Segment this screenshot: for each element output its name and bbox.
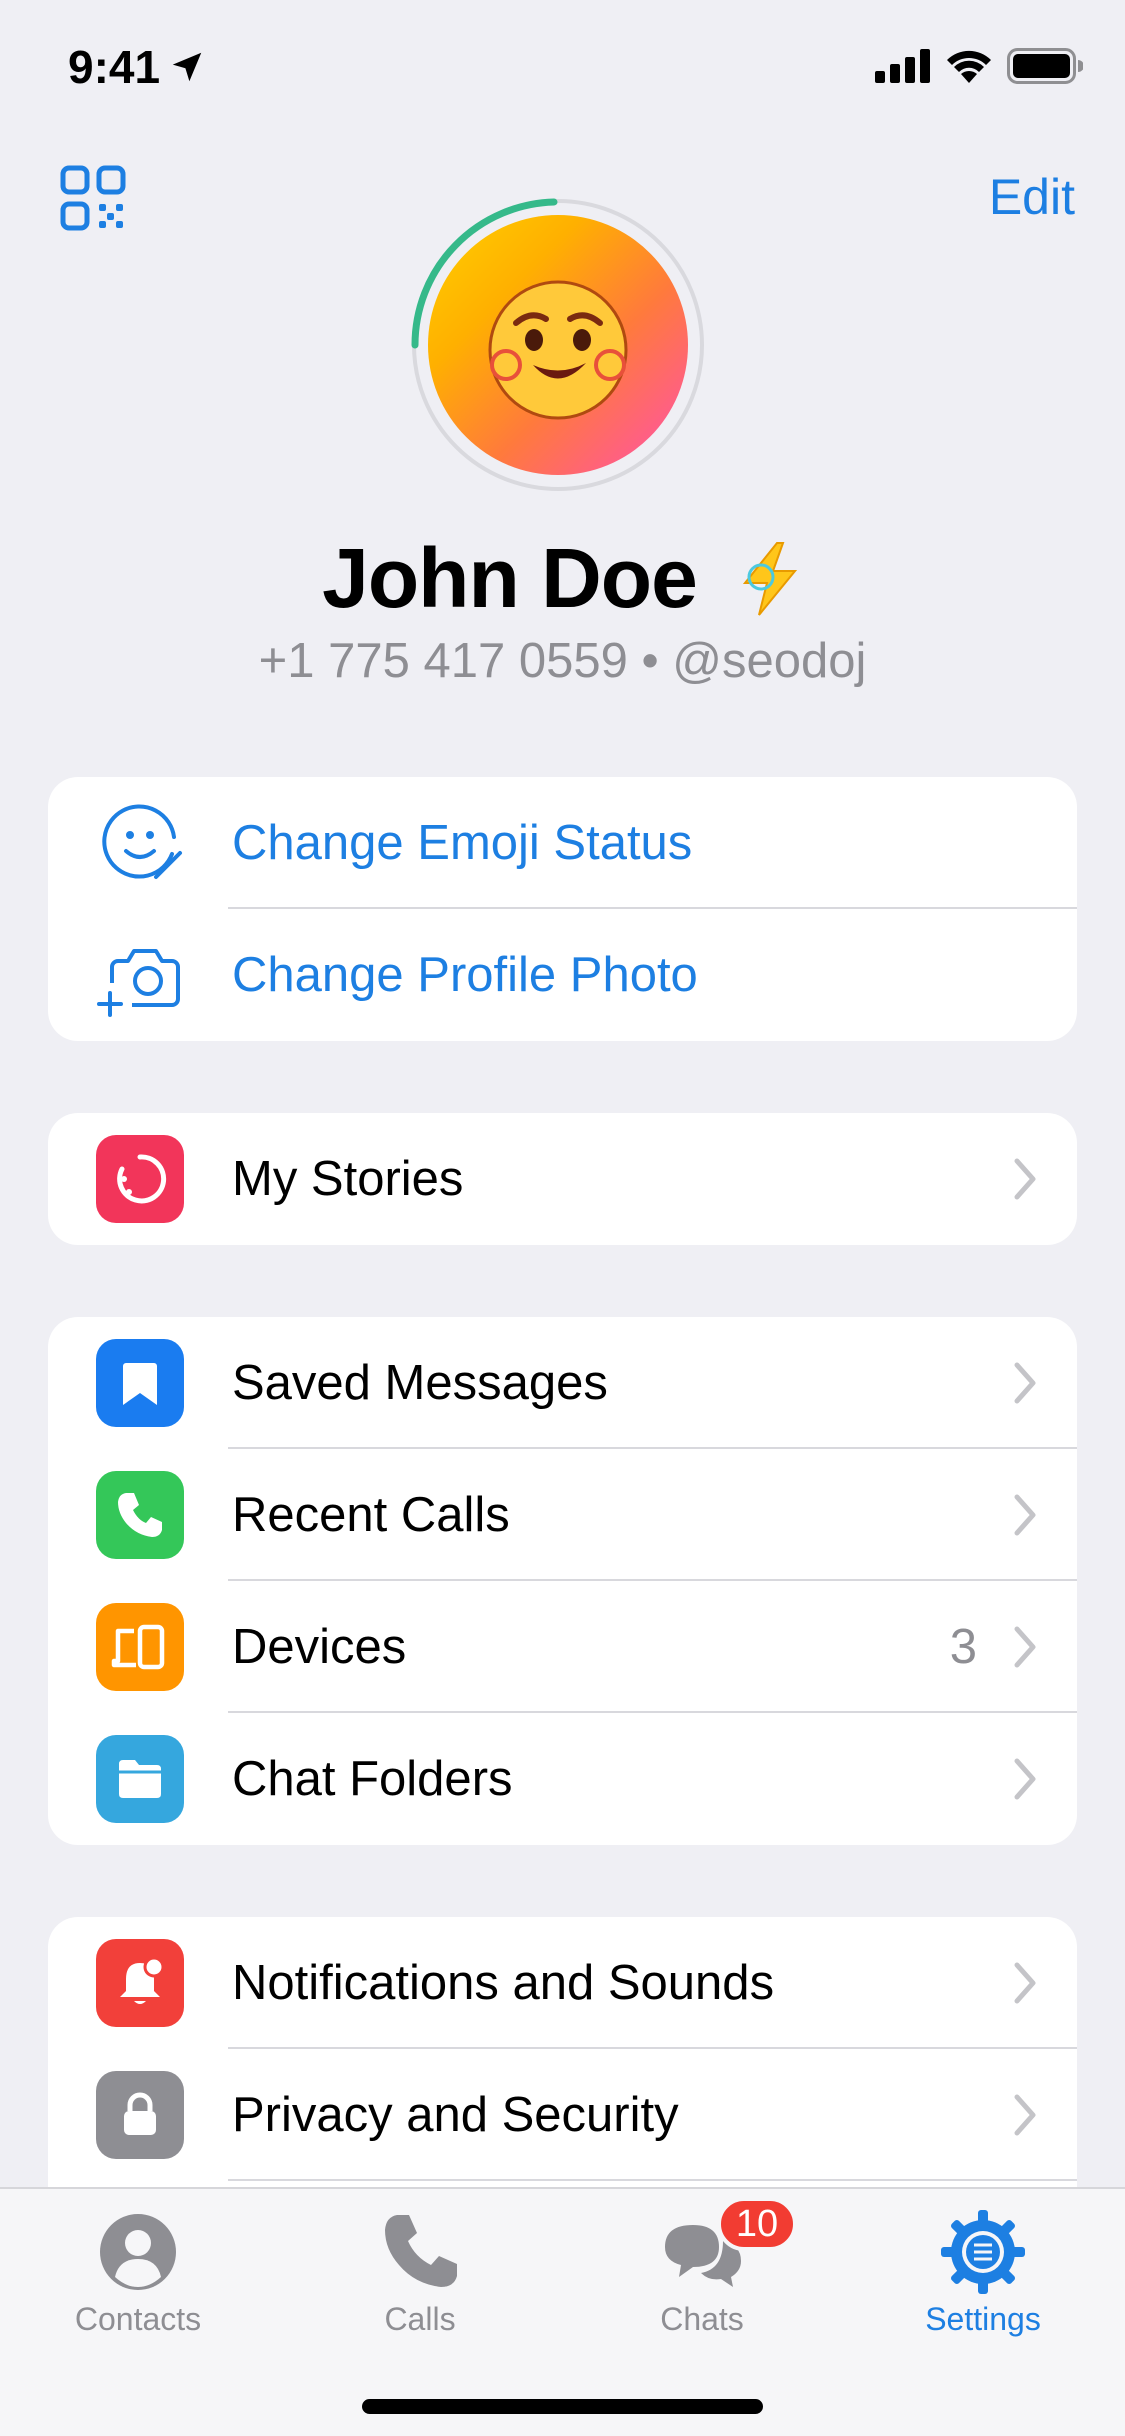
privacy-row[interactable]: Privacy and Security — [48, 2049, 1077, 2181]
status-time: 9:41 — [68, 40, 206, 94]
bookmark-icon — [96, 1339, 184, 1427]
chat-folders-label: Chat Folders — [232, 1752, 513, 1806]
folder-icon — [96, 1735, 184, 1823]
settings-group: Notifications and Sounds Privacy and Sec… — [48, 1917, 1077, 2187]
devices-icon — [96, 1603, 184, 1691]
notifications-label: Notifications and Sounds — [232, 1956, 775, 2010]
devices-count: 3 — [949, 1620, 977, 1674]
saved-messages-row[interactable]: Saved Messages — [48, 1317, 1077, 1449]
battery-icon — [1007, 48, 1083, 84]
chevron-right-icon — [1014, 1158, 1036, 1200]
chevron-right-icon — [1014, 1362, 1036, 1404]
change-emoji-status-row[interactable]: Change Emoji Status — [48, 777, 1077, 909]
chevron-right-icon — [1014, 1626, 1036, 1668]
tab-contacts-label: Contacts — [74, 2301, 202, 2337]
profile-actions-group: Change Emoji Status Change Profile Photo — [48, 777, 1077, 1041]
chat-bubbles-icon: 10 — [657, 2197, 797, 2297]
main-items-group: Saved Messages Recent Calls Devices 3 Ch… — [48, 1317, 1077, 1845]
camera-add-icon — [97, 949, 180, 1017]
qr-code-button[interactable] — [60, 165, 126, 231]
qr-code-icon — [60, 165, 126, 231]
tab-chats[interactable]: 10 Chats — [602, 2197, 802, 2338]
lightning-status-icon[interactable] — [737, 541, 803, 617]
smiling-face-avatar-icon — [488, 280, 628, 420]
phone-icon — [96, 1471, 184, 1559]
person-icon — [93, 2207, 183, 2297]
tab-chats-label: Chats — [660, 2301, 744, 2337]
phone-icon — [375, 2207, 465, 2297]
location-arrow-icon — [172, 52, 202, 82]
gear-icon — [938, 2207, 1028, 2297]
profile-name: John Doe — [322, 531, 698, 625]
chat-folders-row[interactable]: Chat Folders — [48, 1713, 1077, 1845]
bell-icon — [96, 1939, 184, 2027]
status-indicators — [875, 48, 1083, 84]
stories-icon — [96, 1135, 184, 1223]
chevron-right-icon — [1014, 2094, 1036, 2136]
change-profile-photo-label: Change Profile Photo — [232, 948, 698, 1002]
profile-name-row: John Doe — [0, 530, 1125, 627]
devices-label: Devices — [232, 1620, 407, 1674]
chevron-right-icon — [1014, 1962, 1036, 2004]
status-time-label: 9:41 — [68, 41, 161, 93]
tab-settings-label: Settings — [925, 2301, 1041, 2337]
avatar-image — [428, 215, 688, 475]
change-profile-photo-row[interactable]: Change Profile Photo — [48, 909, 1077, 1041]
tab-calls[interactable]: Calls — [320, 2207, 520, 2338]
tab-bar: Contacts Calls 10 Chats Settings — [0, 2187, 1125, 2436]
my-stories-label: My Stories — [232, 1152, 464, 1206]
chevron-right-icon — [1014, 1758, 1036, 1800]
tab-calls-label: Calls — [384, 2301, 456, 2337]
emoji-status-icon — [102, 804, 182, 879]
recent-calls-label: Recent Calls — [232, 1488, 510, 1542]
tab-settings[interactable]: Settings — [883, 2207, 1083, 2338]
cellular-signal-icon — [875, 49, 930, 83]
my-stories-row[interactable]: My Stories — [48, 1113, 1077, 1245]
unread-badge: 10 — [717, 2197, 797, 2251]
saved-messages-label: Saved Messages — [232, 1356, 608, 1410]
notifications-row[interactable]: Notifications and Sounds — [48, 1917, 1077, 2049]
profile-phone-username: +1 775 417 0559 • @seodoj — [258, 634, 867, 688]
change-emoji-status-label: Change Emoji Status — [232, 816, 693, 870]
lock-icon — [96, 2071, 184, 2159]
privacy-label: Privacy and Security — [232, 2088, 679, 2142]
status-bar: 9:41 — [0, 0, 1125, 135]
chevron-right-icon — [1014, 1494, 1036, 1536]
stories-group: My Stories — [48, 1113, 1077, 1245]
devices-row[interactable]: Devices 3 — [48, 1581, 1077, 1713]
wifi-icon — [947, 50, 991, 83]
profile-avatar[interactable] — [408, 195, 708, 495]
recent-calls-row[interactable]: Recent Calls — [48, 1449, 1077, 1581]
tab-contacts[interactable]: Contacts — [38, 2207, 238, 2338]
edit-button[interactable]: Edit — [989, 168, 1075, 226]
row-separator — [228, 2179, 1077, 2181]
home-indicator — [362, 2399, 763, 2414]
